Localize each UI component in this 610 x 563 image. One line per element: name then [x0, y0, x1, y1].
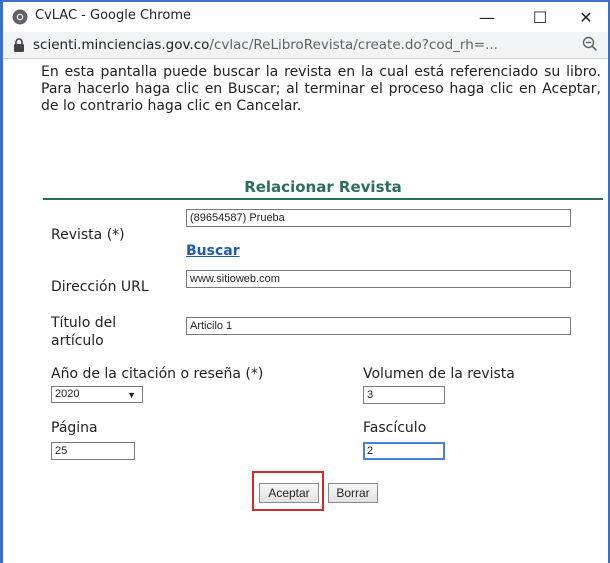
minimize-button[interactable]: — [464, 2, 510, 32]
url-path: /cvlac/ReLibroRevista/create.do?cod_rh=.… [209, 37, 498, 53]
volumen-input[interactable]: 3 [363, 386, 445, 404]
url-input[interactable]: www.sitioweb.com [186, 270, 571, 288]
fasciculo-label: Fascículo [363, 420, 427, 436]
section-title: Relacionar Revista [244, 178, 402, 196]
url-text: scienti.minciencias.gov.co/cvlac/ReLibro… [33, 37, 498, 53]
browser-window: CvLAC - Google Chrome — ☐ ✕ scienti.minc… [0, 0, 610, 563]
url-host: scienti.minciencias.gov.co [33, 37, 210, 53]
address-bar[interactable]: scienti.minciencias.gov.co/cvlac/ReLibro… [3, 32, 608, 59]
dropdown-arrow-icon: ▼ [127, 390, 136, 400]
fasciculo-input[interactable]: 2 [363, 442, 445, 460]
volumen-label: Volumen de la revista [363, 366, 515, 382]
titulo-input[interactable]: Articilo 1 [186, 317, 571, 335]
close-button[interactable]: ✕ [563, 2, 609, 32]
anio-select[interactable]: 2020 ▼ [51, 386, 143, 403]
titulo-label-line2: artículo [51, 333, 104, 349]
minimize-icon: — [479, 7, 495, 27]
title-bar: CvLAC - Google Chrome — ☐ ✕ [3, 2, 608, 32]
zoom-icon[interactable] [582, 36, 598, 52]
anio-label: Año de la citación o reseña (*) [51, 366, 264, 382]
intro-text: En esta pantalla puede buscar la revista… [41, 64, 601, 114]
revista-label: Revista (*) [51, 227, 125, 243]
pagina-input[interactable]: 25 [51, 442, 135, 460]
section-divider [43, 198, 603, 200]
buscar-link[interactable]: Buscar [186, 243, 240, 259]
chrome-icon [12, 9, 28, 25]
lock-icon [14, 38, 24, 52]
maximize-icon: ☐ [532, 7, 548, 27]
revista-input[interactable]: (89654587) Prueba [186, 209, 571, 227]
pagina-label: Página [51, 420, 98, 436]
aceptar-button[interactable]: Aceptar [259, 483, 319, 503]
maximize-button[interactable]: ☐ [517, 2, 563, 32]
titulo-label-line1: Título del [51, 315, 117, 331]
anio-selected-value: 2020 [55, 388, 80, 400]
window-title: CvLAC - Google Chrome [35, 8, 191, 23]
borrar-button[interactable]: Borrar [328, 483, 378, 503]
url-label: Dirección URL [51, 279, 149, 295]
close-icon: ✕ [579, 7, 593, 27]
